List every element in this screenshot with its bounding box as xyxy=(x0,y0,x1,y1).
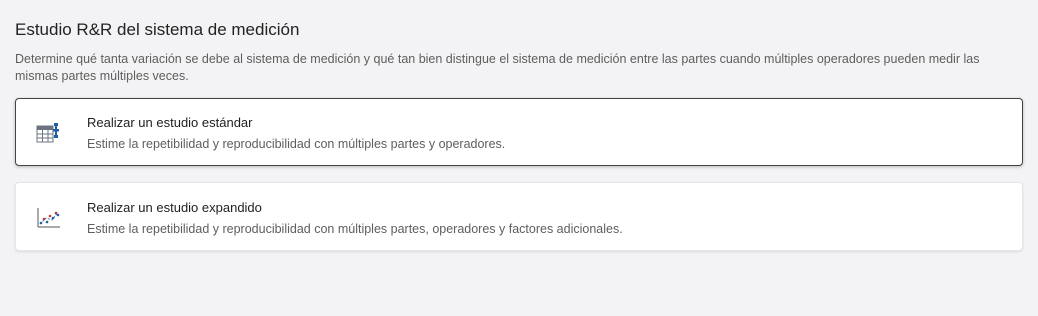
scatterplot-icon xyxy=(34,204,62,232)
standard-study-subtitle: Estime la repetibilidad y reproducibilid… xyxy=(87,137,506,151)
page-description: Determine qué tanta variación se debe al… xyxy=(15,52,980,83)
expanded-study-subtitle: Estime la repetibilidad y reproducibilid… xyxy=(87,222,623,236)
expanded-study-option[interactable]: Realizar un estudio expandido Estime la … xyxy=(15,182,1023,251)
expanded-study-title: Realizar un estudio expandido xyxy=(87,200,262,215)
page-title: Estudio R&R del sistema de medición xyxy=(15,20,300,39)
worksheet-gage-icon xyxy=(34,119,62,147)
standard-study-title: Realizar un estudio estándar xyxy=(87,115,253,130)
standard-study-option[interactable]: Realizar un estudio estándar Estime la r… xyxy=(15,98,1023,166)
